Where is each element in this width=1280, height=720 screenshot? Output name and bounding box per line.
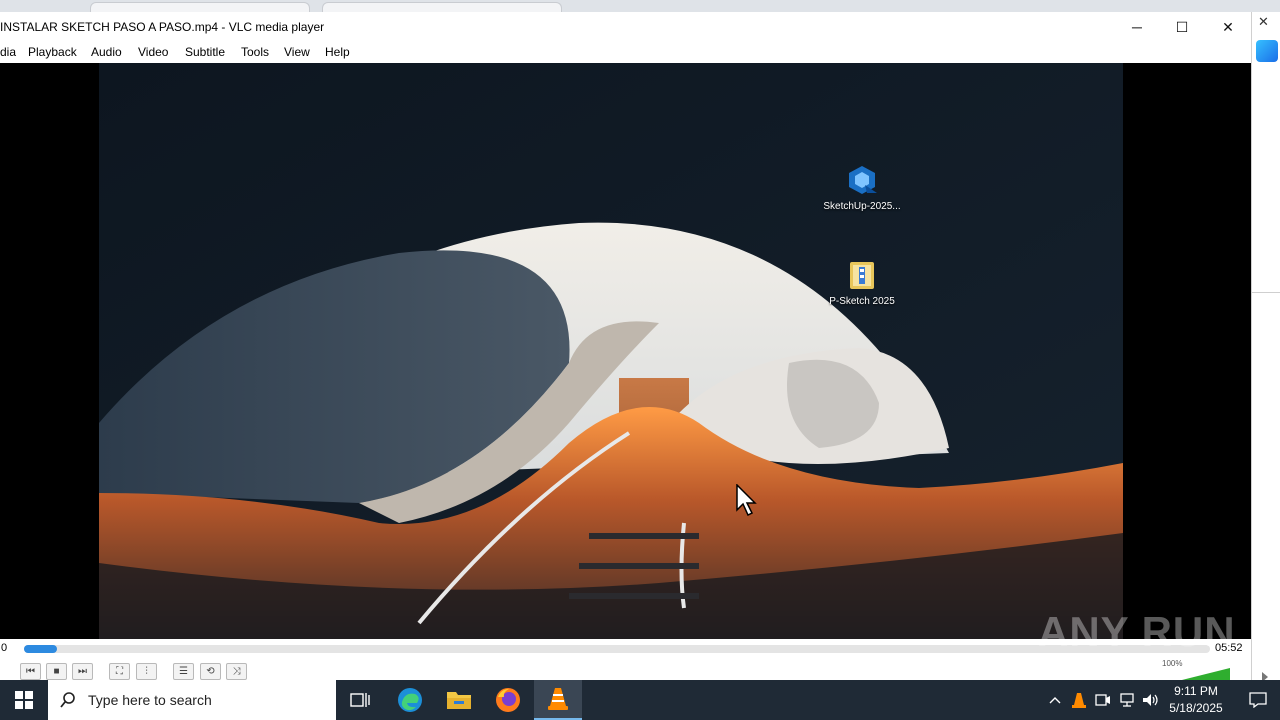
search-icon bbox=[60, 692, 75, 708]
extended-settings-button[interactable]: ⫶ bbox=[136, 663, 157, 680]
divider bbox=[1252, 292, 1280, 293]
clock-date: 5/18/2025 bbox=[1169, 701, 1223, 715]
system-clock[interactable]: 9:11 PM 5/18/2025 bbox=[1160, 683, 1232, 717]
menu-tools[interactable]: Tools bbox=[241, 45, 269, 59]
network-icon[interactable] bbox=[1118, 691, 1136, 709]
file-explorer-icon bbox=[447, 692, 471, 709]
desktop-icon-label: SketchUp-2025... bbox=[823, 201, 901, 212]
close-button[interactable]: ✕ bbox=[1205, 12, 1251, 42]
shuffle-icon: ⤨ bbox=[232, 666, 241, 677]
background-browser-tabstrip bbox=[0, 0, 1280, 12]
meet-now-icon[interactable] bbox=[1094, 691, 1112, 709]
vlc-tray-icon[interactable] bbox=[1070, 691, 1088, 709]
seek-bar[interactable] bbox=[24, 645, 1210, 653]
fullscreen-icon: ⛶ bbox=[116, 666, 123, 677]
maximize-icon: ☐ bbox=[1175, 18, 1189, 35]
previous-icon: ⏮ bbox=[26, 666, 35, 677]
maximize-button[interactable]: ☐ bbox=[1159, 12, 1205, 42]
vlc-taskbar-button[interactable] bbox=[534, 680, 582, 720]
menu-help[interactable]: Help bbox=[325, 45, 350, 59]
menu-subtitle[interactable]: Subtitle bbox=[185, 45, 225, 59]
firefox-icon bbox=[496, 688, 520, 712]
menu-view[interactable]: View bbox=[284, 45, 310, 59]
shuffle-button[interactable]: ⤨ bbox=[226, 663, 247, 680]
vlc-window: INSTALAR SKETCH PASO A PASO.mp4 - VLC me… bbox=[0, 12, 1251, 680]
desktop-icon-p-sketch[interactable]: P-Sketch 2025 bbox=[817, 258, 907, 307]
minimize-button[interactable]: ─ bbox=[1114, 12, 1160, 42]
vlc-icon bbox=[548, 688, 568, 710]
menu-audio[interactable]: Audio bbox=[91, 45, 122, 59]
task-view-button[interactable] bbox=[336, 680, 384, 720]
start-button[interactable] bbox=[0, 680, 48, 720]
copilot-icon[interactable] bbox=[1256, 40, 1278, 62]
task-view-icon bbox=[350, 693, 370, 707]
show-hidden-icons-chevron-icon[interactable] bbox=[1046, 691, 1064, 709]
notification-icon bbox=[1249, 692, 1267, 708]
edge-button[interactable] bbox=[386, 680, 434, 720]
volume-label: 100% bbox=[1162, 659, 1183, 668]
title-bar[interactable]: INSTALAR SKETCH PASO A PASO.mp4 - VLC me… bbox=[0, 12, 1251, 42]
windows-logo-icon bbox=[15, 691, 33, 709]
sketchup-icon bbox=[849, 166, 877, 194]
watermark: ANY RUN bbox=[1038, 608, 1236, 655]
background-tab[interactable] bbox=[322, 2, 562, 12]
loop-button[interactable]: ⟲ bbox=[200, 663, 221, 680]
background-tab[interactable] bbox=[90, 2, 310, 12]
wallpaper-staircase-image bbox=[99, 63, 1123, 639]
close-icon: ✕ bbox=[1222, 18, 1234, 35]
background-browser-edge: ✕ bbox=[1251, 12, 1280, 682]
mouse-cursor-icon bbox=[736, 484, 757, 516]
background-close-icon[interactable]: ✕ bbox=[1258, 14, 1269, 30]
menu-bar: dia Playback Audio Video Subtitle Tools … bbox=[0, 42, 1251, 63]
next-icon: ⏭ bbox=[78, 666, 87, 677]
notification-center-button[interactable] bbox=[1236, 680, 1280, 720]
menu-video[interactable]: Video bbox=[138, 45, 168, 59]
seek-bar-fill bbox=[24, 645, 58, 653]
video-frame: SketchUp-2025... P-Sketch 2025 bbox=[99, 63, 1123, 639]
playlist-icon: ☰ bbox=[179, 666, 188, 677]
taskbar: Type here to search 9:11 PM 5/18/2025 bbox=[0, 680, 1280, 720]
volume-slider[interactable] bbox=[1182, 668, 1230, 680]
desktop-icon-label: P-Sketch 2025 bbox=[829, 296, 895, 307]
minimize-icon: ─ bbox=[1132, 19, 1142, 35]
edge-icon bbox=[398, 688, 422, 712]
loop-icon: ⟲ bbox=[206, 666, 215, 677]
video-area[interactable]: SketchUp-2025... P-Sketch 2025 bbox=[0, 63, 1251, 639]
next-button[interactable]: ⏭ bbox=[72, 663, 93, 680]
playlist-button[interactable]: ☰ bbox=[173, 663, 194, 680]
control-row: ⏮ ■ ⏭ ⛶ ⫶ ☰ ⟲ ⤨ 100% bbox=[0, 659, 1251, 680]
previous-button[interactable]: ⏮ bbox=[20, 663, 41, 680]
folder-archive-icon bbox=[850, 262, 874, 289]
file-explorer-button[interactable] bbox=[435, 680, 483, 720]
fullscreen-button[interactable]: ⛶ bbox=[109, 663, 130, 680]
menu-playback[interactable]: Playback bbox=[28, 45, 77, 59]
desktop-icon-sketchup[interactable]: SketchUp-2025... bbox=[817, 163, 907, 212]
taskbar-search-box[interactable]: Type here to search bbox=[48, 680, 336, 720]
stop-icon: ■ bbox=[53, 666, 60, 677]
elapsed-time: 0 bbox=[1, 642, 8, 654]
stop-button[interactable]: ■ bbox=[46, 663, 67, 680]
equalizer-icon: ⫶ bbox=[145, 666, 148, 677]
search-placeholder: Type here to search bbox=[88, 692, 212, 708]
firefox-button[interactable] bbox=[484, 680, 532, 720]
window-title: INSTALAR SKETCH PASO A PASO.mp4 - VLC me… bbox=[0, 20, 325, 34]
screen: ✕ INSTALAR SKETCH PASO A PASO.mp4 - VLC … bbox=[0, 0, 1280, 720]
clock-time: 9:11 PM bbox=[1174, 684, 1218, 698]
menu-media[interactable]: dia bbox=[0, 45, 16, 59]
speaker-volume-icon[interactable] bbox=[1142, 691, 1160, 709]
